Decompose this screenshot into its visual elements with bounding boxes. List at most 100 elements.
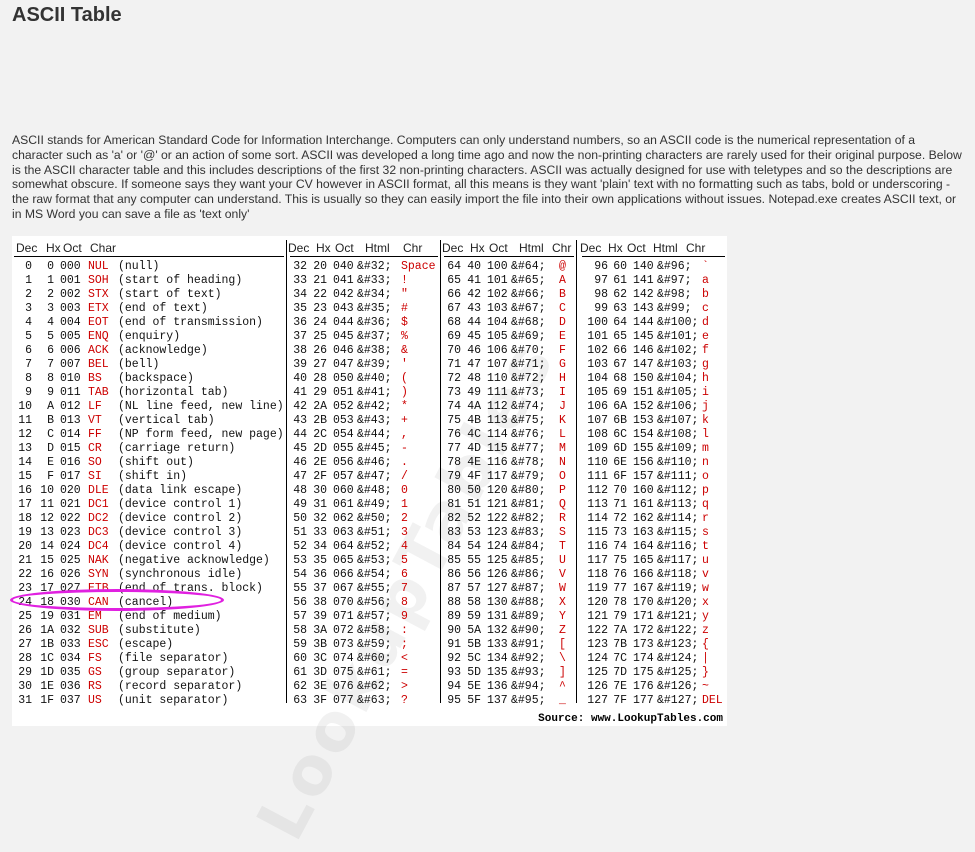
table-row: 119 77 167 &#119; w [580, 582, 725, 596]
hex-cell: 73 [613, 526, 627, 539]
header-oct: Oct [627, 241, 646, 255]
oct-cell: 073 [333, 638, 354, 651]
char-cell: DEL [702, 694, 723, 707]
char-abbrev-cell: EOT [88, 316, 109, 329]
table-row: 89 59 131 &#89; Y [442, 610, 576, 624]
hex-cell: 1 [47, 274, 54, 287]
dec-cell: 1 [25, 274, 32, 287]
char-cell: w [702, 582, 709, 595]
dec-cell: 14 [18, 456, 32, 469]
hex-cell: 66 [613, 344, 627, 357]
hex-cell: 18 [40, 596, 54, 609]
html-entity-cell: &#112; [657, 484, 699, 497]
table-row: 15 F 017 SI (shift in) [12, 470, 284, 484]
dec-cell: 86 [447, 568, 461, 581]
oct-cell: 115 [487, 442, 508, 455]
header-hx: Hx [316, 241, 331, 255]
oct-cell: 134 [487, 652, 508, 665]
table-row: 58 3A 072 &#58;: [288, 624, 438, 638]
char-cell: 5 [401, 554, 408, 567]
table-header-section-2: Dec Hx Oct Html Chr [288, 240, 438, 256]
oct-cell: 021 [60, 498, 81, 511]
char-cell: Z [559, 624, 566, 637]
oct-cell: 163 [633, 526, 654, 539]
table-row: 41 29 051 &#41;) [288, 386, 438, 400]
dec-cell: 19 [18, 526, 32, 539]
char-abbrev-cell: TAB [88, 386, 109, 399]
dec-cell: 57 [293, 610, 307, 623]
dec-cell: 90 [447, 624, 461, 637]
oct-cell: 113 [487, 414, 508, 427]
intro-paragraph: ASCII stands for American Standard Code … [12, 133, 962, 221]
html-entity-cell: &#83; [511, 526, 546, 539]
hex-cell: 9 [47, 386, 54, 399]
dec-cell: 12 [18, 428, 32, 441]
dec-cell: 51 [293, 526, 307, 539]
table-row: 45 2D 055 &#45; - [288, 442, 438, 456]
hex-cell: 19 [40, 610, 54, 623]
hex-cell: F [47, 470, 54, 483]
table-row: 77 4D 115 &#77; M [442, 442, 576, 456]
dec-cell: 15 [18, 470, 32, 483]
hex-cell: 46 [467, 344, 481, 357]
html-entity-cell: &#38; [357, 344, 392, 357]
char-description-cell: (bell) [118, 358, 160, 371]
dec-cell: 71 [447, 358, 461, 371]
dec-cell: 0 [25, 260, 32, 273]
oct-cell: 041 [333, 274, 354, 287]
oct-cell: 157 [633, 470, 654, 483]
hex-cell: 3F [313, 694, 327, 707]
char-cell: " [401, 288, 408, 301]
oct-cell: 135 [487, 666, 508, 679]
html-entity-cell: &#50; [357, 512, 392, 525]
html-entity-cell: &#42; [357, 400, 392, 413]
dec-cell: 30 [18, 680, 32, 693]
dec-cell: 27 [18, 638, 32, 651]
html-entity-cell: &#36; [357, 316, 392, 329]
hex-cell: 21 [313, 274, 327, 287]
oct-cell: 017 [60, 470, 81, 483]
header-underline [444, 256, 574, 257]
hex-cell: 6D [613, 442, 627, 455]
char-cell: V [559, 568, 566, 581]
hex-cell: C [47, 428, 54, 441]
char-cell: L [559, 428, 566, 441]
char-cell: : [401, 624, 408, 637]
oct-cell: 035 [60, 666, 81, 679]
table-row: 106 6A 152 &#106; j [580, 400, 725, 414]
dec-cell: 40 [293, 372, 307, 385]
dec-cell: 13 [18, 442, 32, 455]
dec-cell: 64 [447, 260, 461, 273]
char-cell: K [559, 414, 566, 427]
hex-cell: 5F [467, 694, 481, 707]
char-cell: O [559, 470, 566, 483]
char-abbrev-cell: RS [88, 680, 102, 693]
oct-cell: 025 [60, 554, 81, 567]
hex-cell: A [47, 400, 54, 413]
header-dec: Dec [288, 241, 310, 255]
hex-cell: 63 [613, 302, 627, 315]
oct-cell: 026 [60, 568, 81, 581]
hex-cell: 2F [313, 470, 327, 483]
table-row: 101 65 145 &#101; e [580, 330, 725, 344]
oct-cell: 076 [333, 680, 354, 693]
table-row: 125 7D 175 &#125;} [580, 666, 725, 680]
hex-cell: 25 [313, 330, 327, 343]
oct-cell: 031 [60, 610, 81, 623]
char-cell: y [702, 610, 709, 623]
hex-cell: 23 [313, 302, 327, 315]
table-row: 23 17 027 ETB (end of trans. block) [12, 582, 284, 596]
char-cell: D [559, 316, 566, 329]
hex-cell: 69 [613, 386, 627, 399]
char-cell: / [401, 470, 408, 483]
hex-cell: 4B [467, 414, 481, 427]
oct-cell: 057 [333, 470, 354, 483]
oct-cell: 164 [633, 540, 654, 553]
dec-cell: 5 [25, 330, 32, 343]
html-entity-cell: &#49; [357, 498, 392, 511]
char-abbrev-cell: SOH [88, 274, 109, 287]
oct-cell: 146 [633, 344, 654, 357]
html-entity-cell: &#104; [657, 372, 699, 385]
column-divider [576, 240, 577, 703]
hex-cell: 7F [613, 694, 627, 707]
